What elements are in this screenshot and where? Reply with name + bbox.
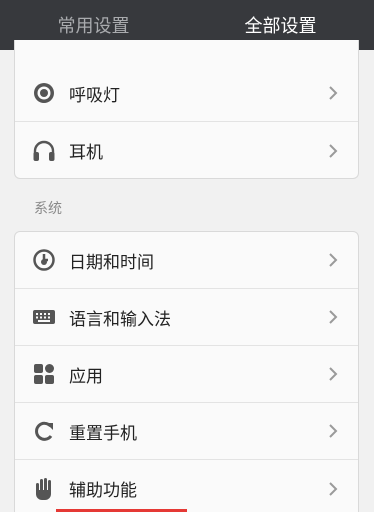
chevron-right-icon (328, 424, 342, 438)
chevron-right-icon (328, 253, 342, 267)
settings-group-device: 呼吸灯 耳机 (14, 40, 359, 179)
settings-item-label: 辅助功能 (69, 481, 137, 501)
settings-item-label: 耳机 (69, 143, 103, 163)
breathing-light-icon (32, 81, 56, 105)
settings-item-accessibility[interactable]: 辅助功能 (15, 460, 358, 512)
chevron-right-icon (328, 310, 342, 324)
clock-icon (32, 248, 56, 272)
reset-icon (32, 419, 56, 443)
hand-icon (32, 477, 56, 501)
settings-item-language-input[interactable]: 语言和输入法 (15, 289, 358, 346)
chevron-right-icon (328, 86, 342, 100)
chevron-right-icon (328, 367, 342, 381)
chevron-right-icon (328, 143, 342, 158)
settings-item-label: 日期和时间 (69, 252, 154, 273)
settings-item-reset-phone[interactable]: 重置手机 (15, 403, 358, 460)
settings-item-label: 呼吸灯 (69, 85, 120, 106)
headphones-icon (32, 139, 56, 163)
keyboard-icon (32, 305, 56, 329)
section-label-system: 系统 (34, 201, 62, 217)
settings-group-system: 日期和时间 语言和输入法 应用 重置手机 辅助功能 (14, 231, 359, 512)
apps-icon (32, 362, 56, 386)
settings-item-label: 应用 (69, 366, 103, 387)
settings-item-label: 重置手机 (69, 423, 137, 444)
settings-item-date-time[interactable]: 日期和时间 (15, 232, 358, 289)
settings-item-headphones[interactable]: 耳机 (15, 122, 358, 178)
settings-item-breathing-light[interactable]: 呼吸灯 (15, 65, 358, 122)
settings-item-label: 语言和输入法 (69, 309, 171, 330)
chevron-right-icon (328, 481, 342, 496)
settings-item-apps[interactable]: 应用 (15, 346, 358, 403)
